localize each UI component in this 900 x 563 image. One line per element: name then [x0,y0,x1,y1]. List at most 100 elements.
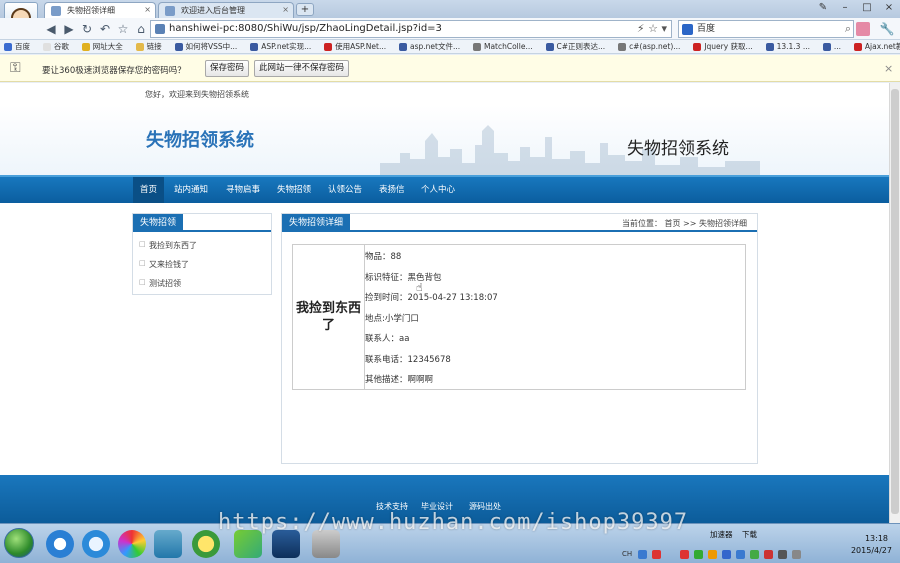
clock-time[interactable]: 13:18 [865,534,888,543]
browser-toolbar: ◀ ▶ ↻ ↶ ☆ ⌂ hanshiwei-pc:8080/ShiWu/jsp/… [0,18,900,40]
key-icon: ⚿ [10,60,21,76]
tab-admin[interactable]: 欢迎进入后台管理 × [158,2,294,18]
search-box[interactable]: 百度 ⌕ [678,20,854,38]
field-phone: 联系电话：12345678 [365,355,451,365]
bookmark-item[interactable]: ASP.net实现... [250,40,311,53]
address-bar[interactable]: hanshiwei-pc:8080/ShiWu/jsp/ZhaoLingDeta… [150,20,672,38]
refresh-icon[interactable]: ↻ [78,20,96,38]
bookmark-item[interactable]: 13.1.3 ... [765,40,810,53]
page-icon [51,6,61,16]
field-description: 其他描述：啊啊啊 [365,375,434,385]
new-tab-button[interactable]: + [296,3,314,16]
bookmark-item[interactable]: Jquery 获取... [693,40,753,53]
bookmark-item[interactable]: 如何将VSS中... [174,40,237,53]
tray-icon[interactable] [764,550,773,559]
nav-personal-center[interactable]: 个人中心 [414,177,462,203]
nav-notices[interactable]: 站内通知 [167,177,215,203]
minimize-button[interactable]: – [834,0,856,16]
bookmark-item[interactable]: C#正则表达... [545,40,605,53]
welcome-text: 您好，欢迎来到失物招领系统 [145,90,249,99]
bookmark-item[interactable]: ... [822,40,841,53]
nav-home[interactable]: 首页 [133,177,165,203]
baidu-icon [682,24,693,35]
tray-icon[interactable] [652,550,661,559]
clock-date[interactable]: 2015/4/27 [851,546,892,555]
bookmark-item[interactable]: 百度 [4,40,30,53]
field-found-time: 捡到时间：2015-04-27 13:18:07 [365,293,498,303]
tray-icon[interactable] [680,550,689,559]
site-icon [155,24,165,34]
save-password-button[interactable]: 保存密码 [205,60,250,77]
search-icon[interactable]: ⌕ [845,21,851,37]
never-save-password-button[interactable]: 此网站一律不保存密码 [254,60,350,77]
search-engine-label: 百度 [697,24,716,34]
sidebar-item[interactable]: 又来捡钱了 [139,259,189,270]
maximize-button[interactable]: □ [856,0,878,16]
infobar-message: 要让360极速浏览器保存您的密码吗？ [42,66,186,76]
item-name: 我捡到东西了 [293,245,365,389]
tray-icon[interactable] [750,550,759,559]
password-infobar: ⚿ 要让360极速浏览器保存您的密码吗？ 保存密码 此网站一律不保存密码 × [0,55,900,82]
watermark-text: https://www.huzhan.com/ishop39397 [218,510,689,535]
page-scrollbar[interactable] [889,83,900,523]
bookmark-item[interactable]: 使用ASP.Net... [324,40,386,53]
bookmark-item[interactable]: asp.net文件... [398,40,460,53]
tray-icon[interactable] [736,550,745,559]
app-icon-chrome[interactable] [118,530,146,558]
close-tab-icon[interactable]: × [144,5,151,14]
url-text: hanshiwei-pc:8080/ShiWu/jsp/ZhaoLingDeta… [169,23,442,34]
nav-praise-letters[interactable]: 表扬信 [372,177,412,203]
tray-icon[interactable] [792,550,801,559]
field-location: 地点:小学门口 [365,314,419,324]
bookmark-item[interactable]: 谷歌 [42,40,69,53]
sidebar-item[interactable]: 我捡到东西了 [139,240,197,251]
sidebar-title: 失物招领 [133,214,184,232]
start-button[interactable] [4,528,34,558]
site-title: 失物招领系统 [627,139,729,159]
bookmark-item[interactable]: 网址大全 [81,40,123,53]
favorite-star-icon[interactable]: ☆ [114,20,132,38]
close-infobar-icon[interactable]: × [884,62,893,75]
field-feature: 标识特征：黑色背包 [365,273,442,283]
tab-label: 失物招领详细 [67,6,115,15]
app-icon-k[interactable] [46,530,74,558]
app-icon-browser[interactable] [82,530,110,558]
app-icon-bird[interactable] [154,530,182,558]
bookmark-item[interactable]: Ajax.net教程... [853,40,900,53]
extension-icon[interactable] [856,22,870,36]
tray-download-label[interactable]: 下载 [742,530,757,539]
site-logo[interactable]: 失物招领系统 [146,126,254,152]
bookmark-item[interactable]: MatchColle... [472,40,533,53]
wrench-menu-icon[interactable]: 🔧 [878,20,896,38]
skin-icon[interactable]: ✎ [812,0,834,16]
ime-indicator[interactable]: CH [622,550,632,558]
app-icon-360[interactable] [192,530,220,558]
hand-cursor-icon: ☝ [416,281,423,294]
tray-icon[interactable] [778,550,787,559]
tray-icon[interactable] [708,550,717,559]
tray-accelerator-label[interactable]: 加速器 [710,530,733,539]
web-page: 您好，欢迎来到失物招领系统 失物招领系统 失物招领系统 首页 站内通知 寻物启事… [0,83,889,523]
bookmarks-bar: 百度 谷歌 网址大全 链接 如何将VSS中... ASP.net实现... 使用… [0,40,900,54]
nav-lost-items[interactable]: 寻物启事 [219,177,267,203]
detail-table: 我捡到东西了 物品：88 标识特征：黑色背包 捡到时间：2015-04-27 1… [292,244,746,390]
scrollbar-thumb[interactable] [891,89,899,514]
tab-label: 欢迎进入后台管理 [181,6,245,15]
back-icon[interactable]: ◀ [42,20,60,38]
breadcrumb: 当前位置： 首页 >> 失物招领详细 [621,219,747,228]
sidebar-item[interactable]: 测试招领 [139,278,181,289]
forward-icon[interactable]: ▶ [60,20,78,38]
bookmark-item[interactable]: c#(asp.net)... [618,40,680,53]
tray-icon[interactable] [722,550,731,559]
close-window-button[interactable]: × [878,0,900,16]
bookmark-item[interactable]: 链接 [135,40,162,53]
close-tab-icon[interactable]: × [282,5,289,14]
tray-icon[interactable] [638,550,647,559]
undo-icon[interactable]: ↶ [96,20,114,38]
tray-icon[interactable] [694,550,703,559]
home-icon[interactable]: ⌂ [132,20,150,38]
nav-found-items[interactable]: 失物招领 [270,177,318,203]
address-bar-icons[interactable]: ⚡ ☆ ▾ [637,21,667,37]
tab-lost-found-detail[interactable]: 失物招领详细 × [44,2,156,18]
nav-claim-notices[interactable]: 认领公告 [321,177,369,203]
